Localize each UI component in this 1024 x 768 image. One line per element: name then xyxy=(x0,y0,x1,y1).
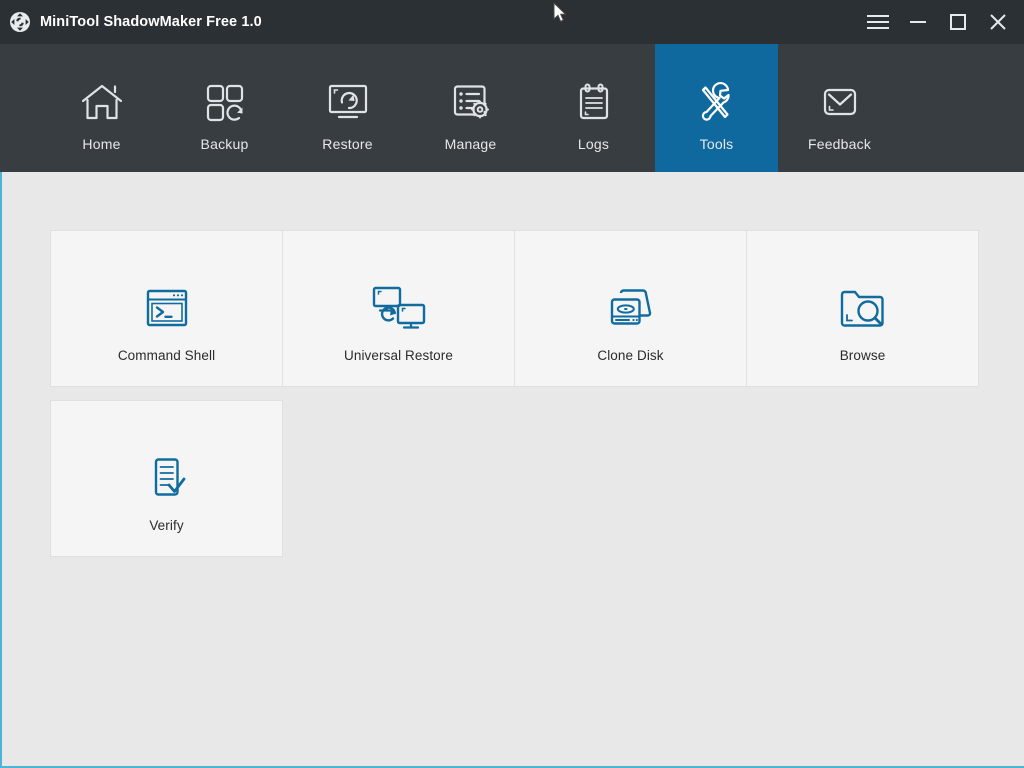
nav-item-feedback[interactable]: Feedback xyxy=(778,44,901,172)
maximize-icon xyxy=(950,14,966,30)
tool-tile-label: Verify xyxy=(149,518,184,533)
command-shell-icon xyxy=(144,284,190,332)
clone-disk-icon xyxy=(606,284,656,332)
application-window: MiniTool ShadowMaker Free 1.0 Home Backu… xyxy=(0,0,1024,768)
nav-item-tools[interactable]: Tools xyxy=(655,44,778,172)
close-button[interactable] xyxy=(978,0,1018,44)
backup-icon xyxy=(203,79,247,125)
tile-row: Command Shell Universal Restore Clone Di… xyxy=(50,230,982,387)
nav-item-label: Logs xyxy=(577,136,610,152)
minimize-icon xyxy=(910,21,926,23)
nav-item-label: Home xyxy=(82,136,121,152)
manage-icon xyxy=(449,79,493,125)
home-icon xyxy=(79,79,125,125)
nav-item-manage[interactable]: Manage xyxy=(409,44,532,172)
nav-item-restore[interactable]: Restore xyxy=(286,44,409,172)
nav-item-backup[interactable]: Backup xyxy=(163,44,286,172)
menu-button[interactable] xyxy=(858,0,898,44)
window-controls xyxy=(858,0,1024,44)
shadowmaker-logo-icon xyxy=(9,11,31,33)
close-icon xyxy=(990,14,1006,30)
tool-tile-label: Command Shell xyxy=(117,348,216,363)
nav-item-label: Feedback xyxy=(807,136,872,152)
minimize-button[interactable] xyxy=(898,0,938,44)
logs-icon xyxy=(574,79,614,125)
nav-item-label: Restore xyxy=(322,136,373,152)
browse-icon xyxy=(838,284,888,332)
restore-icon xyxy=(326,79,370,125)
tool-tile-label: Browse xyxy=(839,348,886,363)
nav-item-label: Manage xyxy=(444,136,497,152)
tools-tile-grid: Command Shell Universal Restore Clone Di… xyxy=(50,230,982,557)
title-bar: MiniTool ShadowMaker Free 1.0 xyxy=(0,0,1024,44)
window-title: MiniTool ShadowMaker Free 1.0 xyxy=(40,14,262,30)
tool-tile-universal-restore[interactable]: Universal Restore xyxy=(282,230,515,387)
feedback-icon xyxy=(818,79,862,125)
universal-restore-icon xyxy=(370,284,428,332)
nav-item-logs[interactable]: Logs xyxy=(532,44,655,172)
nav-item-label: Backup xyxy=(200,136,249,152)
tool-tile-label: Clone Disk xyxy=(597,348,664,363)
tool-tile-browse[interactable]: Browse xyxy=(746,230,979,387)
verify-icon xyxy=(144,454,190,502)
tools-content-area: Command Shell Universal Restore Clone Di… xyxy=(2,172,1024,766)
tool-tile-clone-disk[interactable]: Clone Disk xyxy=(514,230,747,387)
tool-tile-verify[interactable]: Verify xyxy=(50,400,283,557)
main-navigation: Home Backup Restore Manage Logs Tools Fe… xyxy=(0,44,1024,172)
nav-item-home[interactable]: Home xyxy=(40,44,163,172)
tools-icon xyxy=(694,79,740,125)
tool-tile-label: Universal Restore xyxy=(344,348,453,363)
tool-tile-command-shell[interactable]: Command Shell xyxy=(50,230,283,387)
maximize-button[interactable] xyxy=(938,0,978,44)
nav-item-label: Tools xyxy=(699,136,734,152)
tile-row: Verify xyxy=(50,400,982,557)
hamburger-menu-icon xyxy=(867,15,889,29)
